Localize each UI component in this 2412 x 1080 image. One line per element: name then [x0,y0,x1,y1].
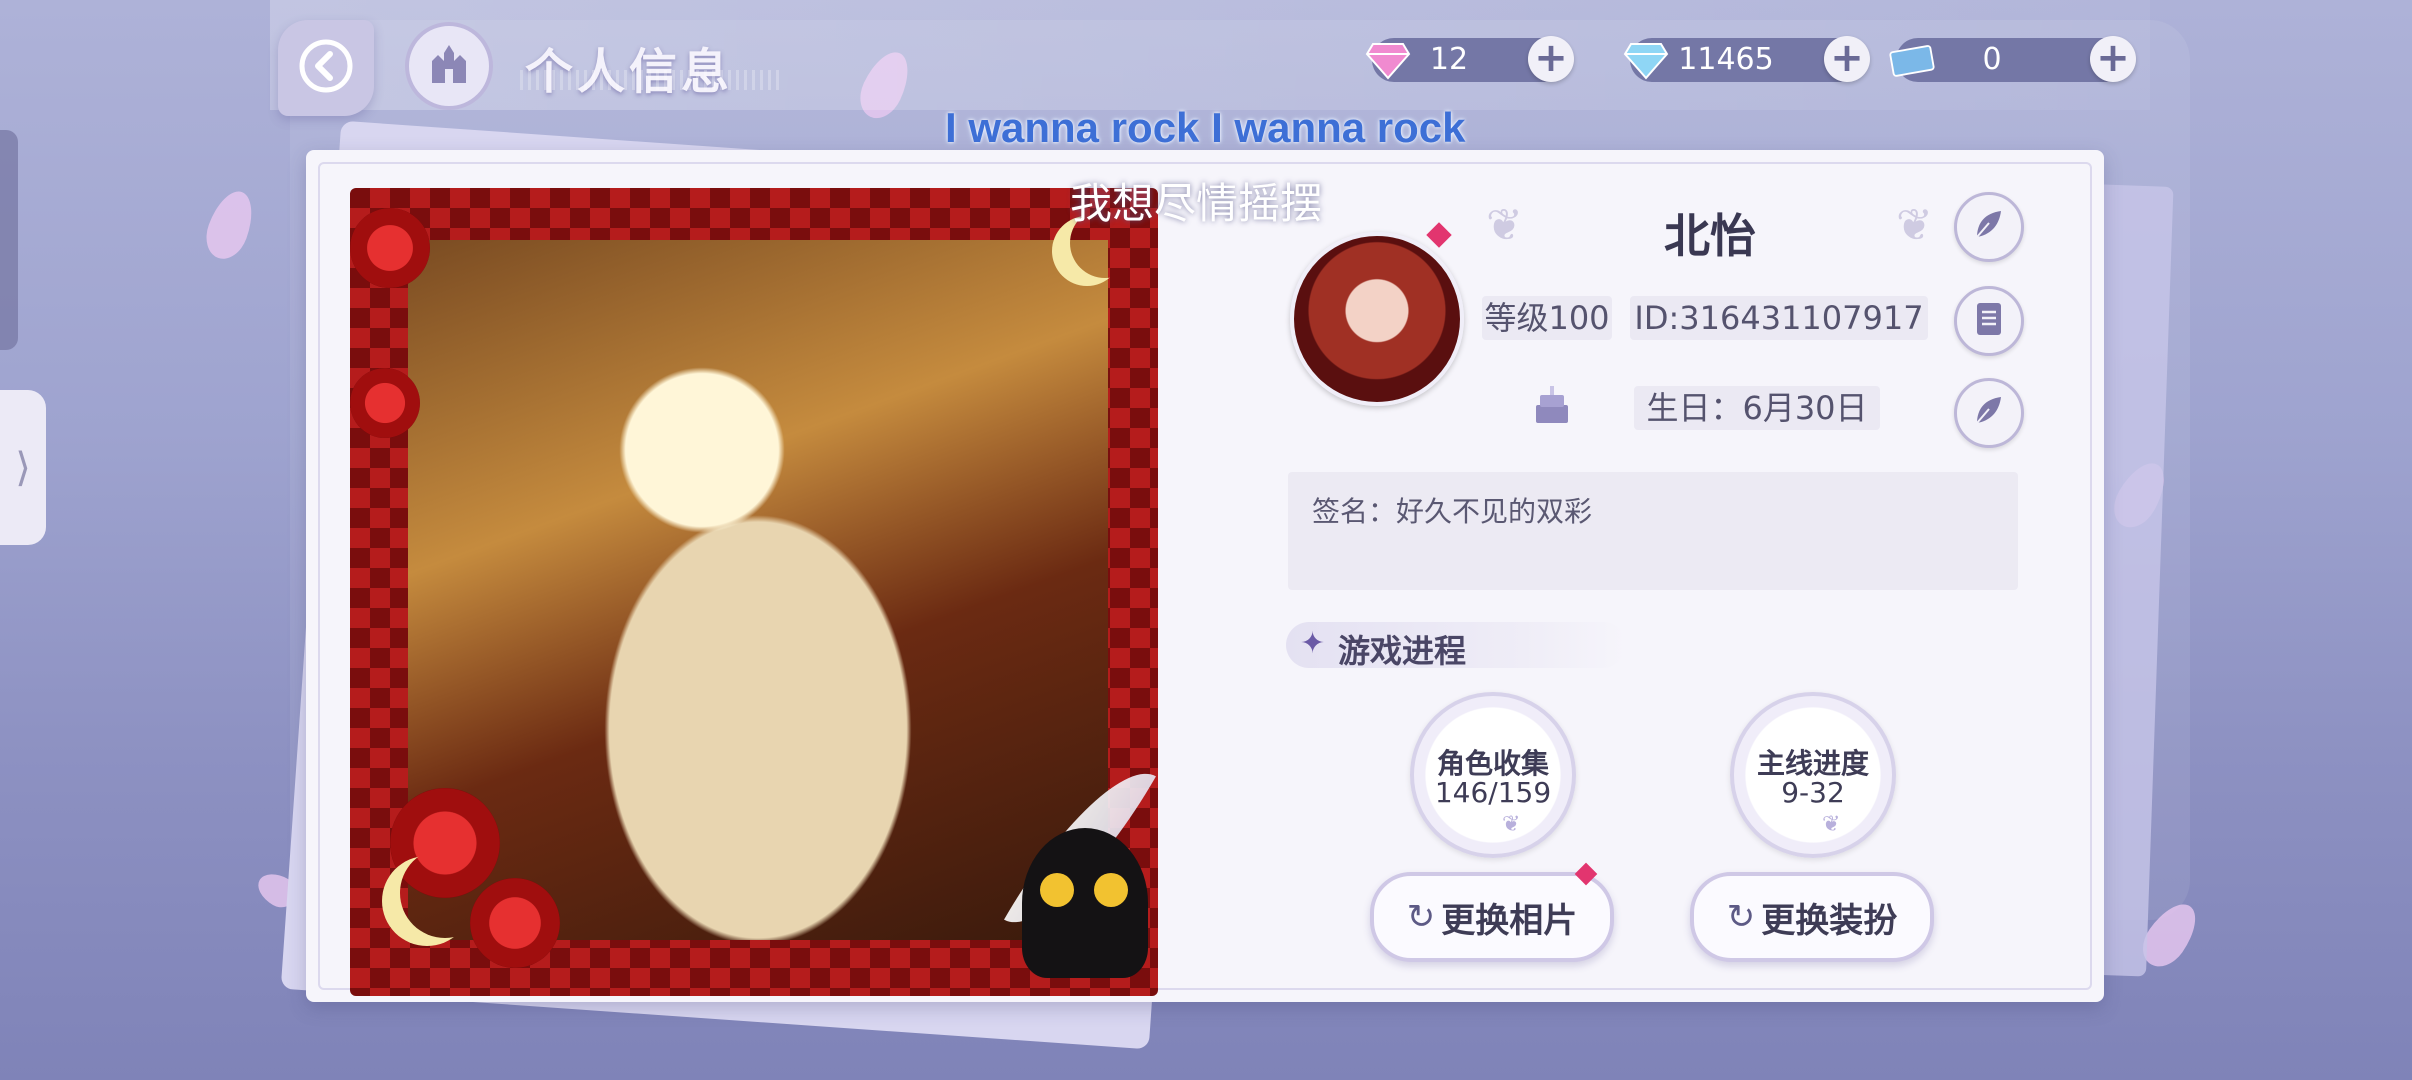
level-tag: 等级100 [1482,296,1612,340]
game-progress-header: ✦ 游戏进程 [1286,622,1626,670]
refresh-icon: ↻ [1406,897,1436,937]
page-title: 个人信息 [525,32,733,102]
laurel-icon: ❦ [1502,812,1521,837]
main-story-progress-stat[interactable]: 主线进度 9-32 ❦ [1730,692,1896,858]
currency-ticket: 0 + [1889,36,2136,82]
home-button[interactable] [405,22,493,110]
rose-decoration [350,368,420,438]
castle-home-icon [424,39,474,93]
add-ticket-button[interactable]: + [2090,36,2136,82]
petal-decoration [199,185,261,265]
rose-decoration [350,208,430,288]
expand-side-menu-button[interactable]: ⟩ [0,390,46,545]
button-label: 更换装扮 [1761,900,1898,941]
laurel-right-icon: ❦ [1896,200,1933,251]
add-diamond-button[interactable]: + [1824,36,1870,82]
edit-birthday-button[interactable] [1954,378,2024,448]
currency-value: 0 [1982,42,2002,77]
currency-value: 11465 [1678,42,1774,77]
lyric-english: I wanna rock I wanna rock [945,104,1466,151]
back-button[interactable] [278,20,374,116]
edit-name-button[interactable] [1954,192,2024,262]
add-premium-gem-button[interactable]: + [1528,36,1574,82]
side-panel-handle[interactable] [0,130,18,350]
chevron-right-icon: ⟩ [15,444,31,491]
black-cat-mascot [1022,828,1148,978]
lyric-chinese: 我想尽情摇摆 [1070,179,1323,228]
stat-value: 9-32 [1781,776,1845,809]
feather-quill-icon [1971,393,2007,433]
laurel-left-icon: ❦ [1486,200,1523,251]
stat-value: 146/159 [1434,776,1552,809]
signature-box[interactable]: 签名：好久不见的双彩 [1288,472,2018,590]
section-title: 游戏进程 [1338,632,1467,670]
currency-diamond: 11465 + [1623,36,1870,82]
character-photo[interactable] [350,188,1158,996]
signature-text: 签名：好久不见的双彩 [1312,495,1593,528]
player-id-tag: ID:316431107917 [1630,296,1928,340]
avatar[interactable] [1290,232,1464,406]
sparkle-icon: ✦ [1300,626,1326,661]
refresh-icon: ↻ [1726,897,1756,937]
copy-id-button[interactable] [1954,286,2024,356]
moon-decoration [400,848,490,938]
currency-premium-gem: 12 + [1365,36,1574,82]
feather-quill-icon [1971,207,2007,247]
currency-value: 12 [1429,42,1469,77]
change-outfit-button[interactable]: ↻ 更换装扮 [1690,872,1934,962]
character-collection-stat[interactable]: 角色收集 146/159 ❦ [1410,692,1576,858]
laurel-icon: ❦ [1822,812,1841,837]
document-copy-icon [1973,301,2005,341]
button-label: 更换相片 [1441,900,1578,941]
title-decoration [520,70,780,90]
birthday-cake-icon [1530,383,1574,427]
player-name: 北怡 [1664,209,1756,263]
birthday-tag: 生日：6月30日 [1634,386,1880,430]
back-arrow-icon [296,36,356,100]
character-illustration [408,240,1108,940]
change-photo-button[interactable]: ↻ 更换相片 [1370,872,1614,962]
